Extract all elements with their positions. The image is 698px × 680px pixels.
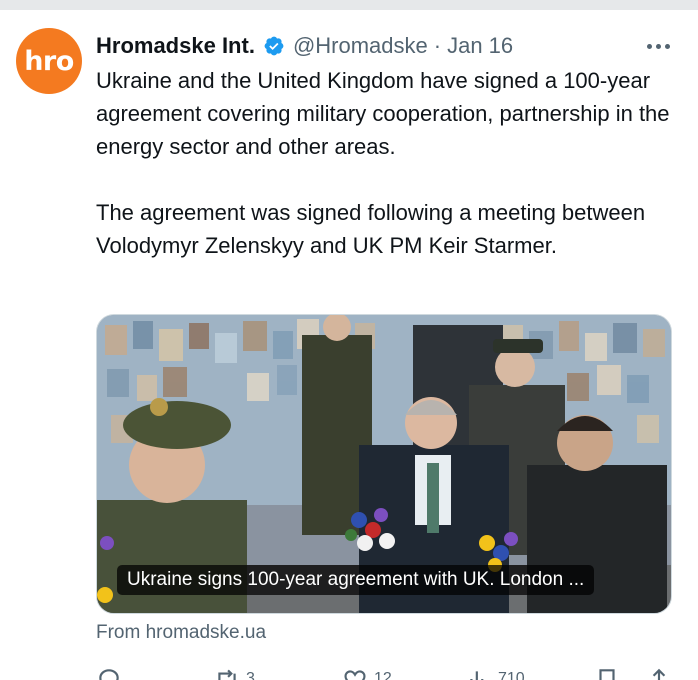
share-icon <box>652 668 666 680</box>
card-caption: Ukraine signs 100-year agreement with UK… <box>117 565 595 595</box>
tweet-paragraph-1: Ukraine and the United Kingdom have sign… <box>96 68 670 159</box>
reply-icon <box>99 669 119 680</box>
card-source[interactable]: From hromadske.ua <box>96 622 266 644</box>
like-icon <box>344 670 366 680</box>
tweet-header: Hromadske Int. @Hromadske · Jan 16 <box>96 30 686 62</box>
bookmark-button[interactable] <box>594 666 620 680</box>
verified-badge-icon <box>263 35 285 57</box>
retweet-icon <box>218 669 236 680</box>
like-count: 12 <box>374 670 392 680</box>
tweet-text: Ukraine and the United Kingdom have sign… <box>96 64 686 262</box>
more-options-icon[interactable] <box>647 30 670 62</box>
avatar-text: hro <box>24 45 74 77</box>
reply-button[interactable] <box>96 666 128 680</box>
like-button[interactable]: 12 <box>342 666 392 680</box>
author-handle[interactable]: @Hromadske <box>293 33 428 59</box>
share-button[interactable] <box>646 666 672 680</box>
separator-dot: · <box>433 33 442 58</box>
top-divider <box>0 0 698 10</box>
views-button[interactable]: 710 <box>466 666 525 680</box>
views-count: 710 <box>498 670 525 680</box>
author-name[interactable]: Hromadske Int. <box>96 33 255 59</box>
action-bar: 3 12 710 <box>96 666 676 680</box>
views-icon <box>470 671 484 680</box>
avatar[interactable]: hro <box>16 28 82 94</box>
tweet-paragraph-2: The agreement was signed following a mee… <box>96 200 646 258</box>
bookmark-icon <box>599 669 615 680</box>
link-card-image[interactable]: Ukraine signs 100-year agreement with UK… <box>96 314 672 614</box>
retweet-button[interactable]: 3 <box>214 666 255 680</box>
tweet-date[interactable]: Jan 16 <box>447 33 513 59</box>
retweet-count: 3 <box>246 670 255 680</box>
